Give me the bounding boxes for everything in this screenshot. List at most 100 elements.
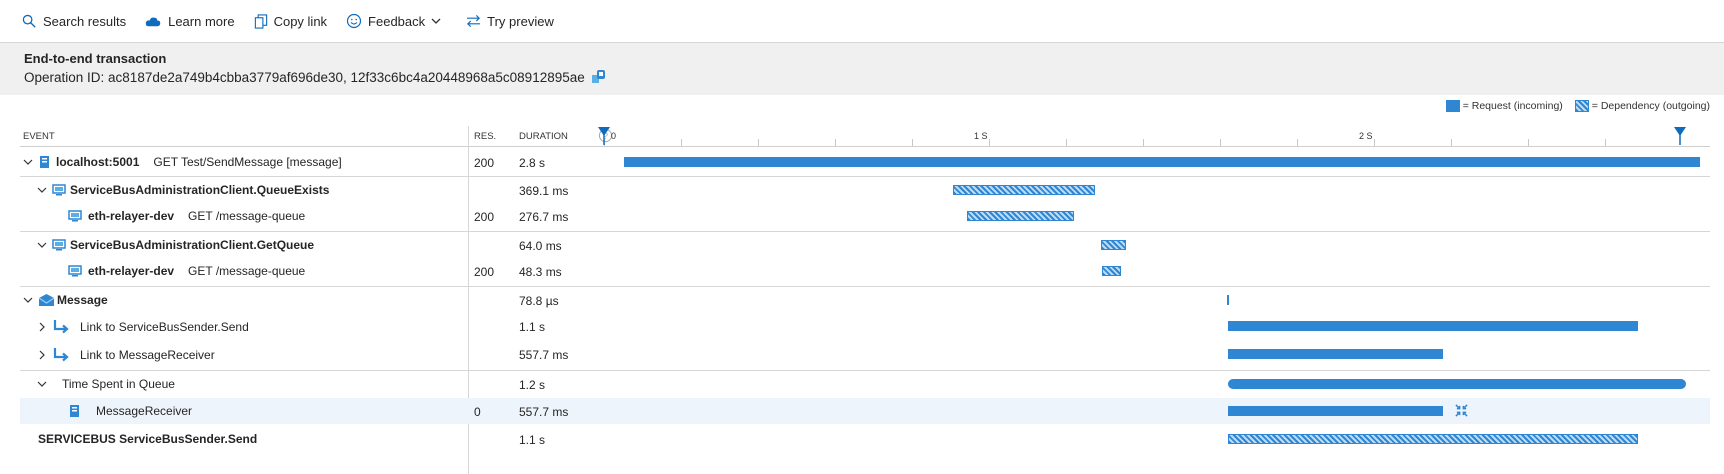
smiley-icon	[346, 13, 362, 29]
page-title: End-to-end transaction	[24, 51, 167, 66]
row-res: 200	[474, 265, 495, 279]
axis-tick	[912, 139, 913, 146]
learn-more-button[interactable]: Learn more	[145, 13, 235, 29]
table-row[interactable]: eth-relayer-dev GET /message-queue 200 4…	[20, 258, 1710, 284]
search-results-label: Search results	[43, 13, 127, 29]
axis-tick	[1143, 139, 1144, 146]
row-name: Message	[57, 293, 108, 307]
envelope-icon	[38, 294, 55, 306]
duration-bar[interactable]	[953, 185, 1095, 195]
search-icon	[22, 14, 36, 28]
duration-bar[interactable]	[1102, 266, 1121, 276]
duration-bar[interactable]	[1228, 406, 1443, 416]
col-res: RES.	[474, 131, 497, 142]
monitor-icon	[52, 184, 66, 196]
row-name: SERVICEBUS ServiceBusSender.Send	[38, 432, 258, 446]
row-duration: 78.8 µs	[519, 294, 559, 308]
duration-bar[interactable]	[1228, 349, 1443, 359]
duration-bar[interactable]	[1228, 321, 1638, 331]
row-duration: 1.1 s	[519, 433, 546, 447]
row-name: Link to MessageReceiver	[80, 348, 215, 362]
table-row[interactable]: Time Spent in Queue 1.2 s	[20, 370, 1710, 397]
axis-tick-label: 0	[611, 131, 617, 141]
cloud-book-icon	[145, 17, 161, 26]
chevron-down-icon[interactable]	[36, 378, 48, 390]
row-name: MessageReceiver	[96, 404, 193, 418]
copy-link-button[interactable]: Copy link	[254, 14, 327, 29]
legend: = Request (incoming) = Dependency (outgo…	[1445, 100, 1710, 112]
row-duration: 1.2 s	[519, 378, 546, 392]
axis-tick	[1451, 139, 1452, 146]
collapse-icon[interactable]	[1455, 404, 1468, 417]
table-row[interactable]: SERVICEBUS ServiceBusSender.Send 1.1 s	[20, 426, 1710, 452]
monitor-icon	[68, 210, 82, 222]
range-end-handle[interactable]	[1674, 127, 1686, 145]
monitor-icon	[68, 265, 82, 277]
table-row[interactable]: ServiceBusAdministrationClient.GetQueue …	[20, 231, 1710, 258]
chevron-right-icon[interactable]	[36, 349, 48, 361]
transaction-header: End-to-end transaction Operation ID: ac8…	[0, 43, 1724, 95]
server-icon	[40, 156, 49, 168]
table-row[interactable]: MessageReceiver 0 557.7 ms	[20, 398, 1710, 424]
row-duration: 557.7 ms	[519, 405, 569, 419]
swap-arrows-icon	[467, 14, 481, 28]
row-res: 200	[474, 156, 495, 170]
row-duration: 2.8 s	[519, 156, 546, 170]
row-detail: GET /message-queue	[188, 209, 306, 223]
range-start-handle[interactable]	[598, 127, 610, 145]
chevron-down-icon[interactable]	[22, 156, 34, 168]
chevron-down-icon[interactable]	[22, 294, 34, 306]
operation-id: Operation ID: ac8187de2a749b4cbba3779af6…	[24, 69, 585, 85]
copy-icon	[254, 13, 267, 29]
table-row[interactable]: eth-relayer-dev GET /message-queue 200 2…	[20, 203, 1710, 229]
column-header: EVENT RES. DURATION ? 01 S2 S	[20, 126, 1710, 147]
row-name: ServiceBusAdministrationClient.GetQueue	[70, 238, 315, 252]
try-preview-button[interactable]: Try preview	[466, 14, 554, 29]
table-row[interactable]: Message 78.8 µs	[20, 286, 1710, 313]
duration-bar[interactable]	[1228, 379, 1686, 389]
col-event: EVENT	[23, 131, 55, 142]
row-name: ServiceBusAdministrationClient.QueueExis…	[70, 183, 330, 197]
learn-more-label: Learn more	[168, 13, 235, 29]
feedback-label: Feedback	[368, 13, 426, 29]
row-detail: GET /message-queue	[188, 264, 306, 278]
axis-tick	[1528, 139, 1529, 146]
copy-operation-icon[interactable]	[591, 69, 607, 85]
chevron-down-icon[interactable]	[36, 239, 48, 251]
axis-tick	[835, 139, 836, 146]
copy-link-label: Copy link	[273, 13, 328, 29]
axis-tick	[1374, 139, 1375, 146]
row-duration: 369.1 ms	[519, 184, 569, 198]
duration-bar[interactable]	[1228, 434, 1638, 444]
table-row[interactable]: ServiceBusAdministrationClient.QueueExis…	[20, 176, 1710, 203]
table-row[interactable]: Link to MessageReceiver 557.7 ms	[20, 341, 1710, 367]
row-duration: 1.1 s	[519, 320, 546, 334]
legend-request-swatch	[1445, 100, 1460, 112]
axis-tick	[1605, 139, 1606, 146]
table-row[interactable]: localhost:5001 GET Test/SendMessage [mes…	[20, 149, 1710, 175]
duration-bar[interactable]	[1227, 295, 1229, 305]
row-duration: 64.0 ms	[519, 239, 562, 253]
row-duration: 276.7 ms	[519, 210, 569, 224]
chevron-right-icon[interactable]	[36, 321, 48, 333]
axis-tick	[1220, 139, 1221, 146]
row-res: 0	[474, 405, 481, 419]
axis-tick-label: 2 S	[1359, 131, 1373, 141]
legend-dependency-swatch	[1574, 100, 1589, 112]
duration-bar[interactable]	[967, 211, 1074, 221]
row-res: 200	[474, 210, 495, 224]
row-duration: 557.7 ms	[519, 348, 569, 362]
axis-tick	[758, 139, 759, 146]
chevron-down-icon[interactable]	[36, 184, 48, 196]
duration-bar[interactable]	[1101, 240, 1126, 250]
table-row[interactable]: Link to ServiceBusSender.Send 1.1 s	[20, 313, 1710, 339]
axis-tick	[1066, 139, 1067, 146]
server-icon	[70, 405, 79, 417]
monitor-icon	[52, 239, 66, 251]
feedback-button[interactable]: Feedback	[346, 13, 447, 29]
search-results-button[interactable]: Search results	[22, 14, 126, 29]
axis-tick-label: 1 S	[974, 131, 988, 141]
toolbar: Search results Learn more Copy link Feed…	[0, 0, 1724, 43]
duration-bar[interactable]	[624, 157, 1700, 167]
row-name: eth-relayer-dev	[88, 264, 175, 278]
